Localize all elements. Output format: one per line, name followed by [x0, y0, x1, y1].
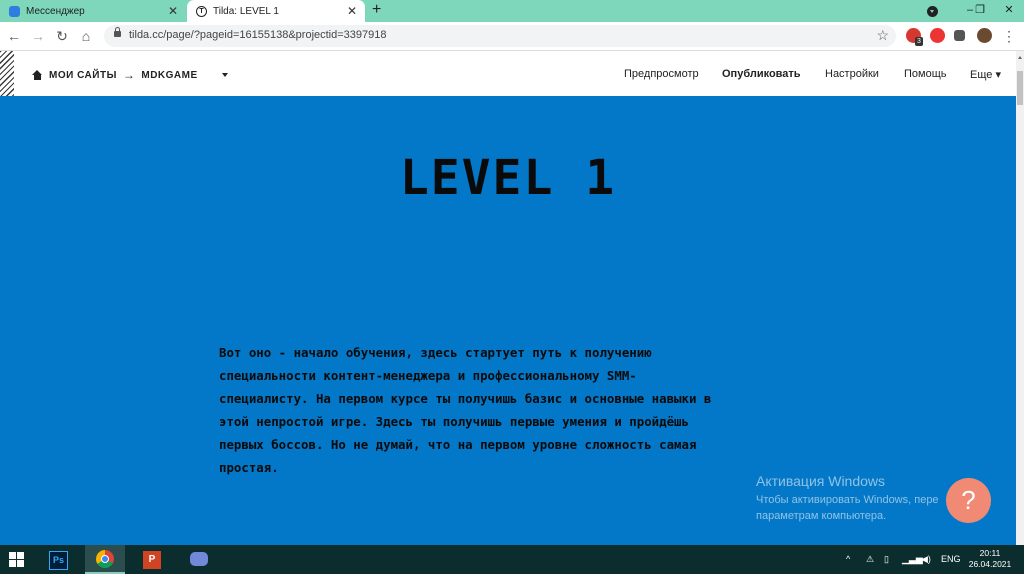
home-icon[interactable]: ⌂ — [77, 27, 95, 45]
volume-icon[interactable]: ◀) — [921, 545, 931, 574]
photoshop-icon: Ps — [49, 551, 68, 570]
chrome-menu-icon[interactable]: ⋮ — [1000, 27, 1018, 45]
paragraph-line: специалисту. На первом курсе ты получишь… — [219, 391, 712, 406]
system-clock[interactable]: 20:11 26.04.2021 — [966, 548, 1014, 570]
bookmark-star-icon[interactable]: ☆ — [876, 27, 889, 44]
scrollbar-thumb[interactable] — [1017, 71, 1023, 105]
browser-toolbar: ← → ↻ ⌂ tilda.cc/page/?pageid=16155138&p… — [0, 22, 1024, 51]
clock-date: 26.04.2021 — [968, 559, 1012, 569]
paragraph-line: специальности контент-менеджера и профес… — [219, 368, 637, 383]
new-tab-button[interactable]: + — [372, 1, 381, 19]
intro-paragraph: Вот оно - начало обучения, здесь стартуе… — [219, 341, 789, 479]
activation-line: параметрам компьютера. — [756, 510, 887, 522]
tab-tilda-level1[interactable]: T Tilda: LEVEL 1 ✕ — [187, 0, 365, 22]
lock-icon[interactable] — [114, 27, 121, 37]
taskbar-photoshop[interactable]: Ps — [39, 545, 79, 574]
preview-link[interactable]: Предпросмотр — [624, 68, 699, 80]
powerpoint-icon: P — [143, 551, 161, 569]
usb-icon[interactable]: ▯ — [884, 545, 889, 574]
help-button[interactable]: ? — [946, 478, 991, 523]
reload-icon[interactable]: ↻ — [53, 27, 71, 45]
tilda-editor-bar: МОИ САЙТЫ → MDKGAME Предпросмотр Опублик… — [0, 51, 1016, 96]
extension-badge: 3 — [915, 37, 923, 46]
forward-icon[interactable]: → — [29, 27, 47, 45]
tray-overflow-icon[interactable]: ^ — [846, 545, 850, 574]
start-button[interactable] — [0, 545, 40, 574]
back-icon[interactable]: ← — [5, 27, 23, 45]
paragraph-line: этой непростой игре. Здесь ты получишь п… — [219, 414, 689, 429]
discord-icon — [190, 552, 208, 566]
extensions-puzzle-icon[interactable] — [954, 30, 965, 41]
close-tab-icon[interactable]: ✕ — [347, 4, 357, 18]
breadcrumb: МОИ САЙТЫ → MDKGAME — [32, 68, 228, 82]
breadcrumb-arrow: → — [122, 68, 136, 82]
network-warning-icon[interactable]: ⚠ — [866, 545, 874, 574]
tab-messenger[interactable]: Мессенджер ✕ — [0, 0, 186, 22]
activation-title: Активация Windows — [756, 473, 886, 489]
decorative-zigzag — [0, 51, 14, 96]
taskbar-chrome[interactable] — [85, 545, 125, 574]
paragraph-line: простая. — [219, 460, 279, 475]
messenger-icon — [9, 5, 20, 17]
more-label: Еще — [970, 69, 993, 81]
wifi-signal-icon[interactable]: ▁▃▅ — [902, 545, 923, 574]
tab-strip: Мессенджер ✕ T Tilda: LEVEL 1 ✕ + – ❐ ✕ — [0, 0, 1024, 22]
page-title: LEVEL 1 — [399, 150, 617, 206]
chevron-down-icon: ▾ — [995, 69, 1001, 81]
address-bar[interactable]: tilda.cc/page/?pageid=16155138&projectid… — [104, 25, 896, 47]
adblock-extension-icon[interactable]: 3 — [906, 28, 923, 46]
paragraph-line: первых боссов. Но не думай, что на перво… — [219, 437, 697, 452]
chevron-down-icon[interactable] — [221, 73, 228, 77]
windows-taskbar: Ps P ^ ⚠ ▯ ▁▃▅ ◀) ENG 20:11 26.04.2021 — [0, 545, 1024, 574]
page-scrollbar[interactable] — [1016, 51, 1024, 545]
help-link[interactable]: Помощь — [904, 68, 947, 80]
home-icon[interactable] — [32, 69, 43, 81]
windows-logo-icon — [9, 552, 25, 567]
tilda-icon: T — [196, 5, 207, 17]
profile-menu-icon[interactable] — [927, 6, 938, 17]
clock-time: 20:11 — [979, 548, 1001, 558]
settings-link[interactable]: Настройки — [825, 68, 879, 80]
paragraph-line: Вот оно - начало обучения, здесь стартуе… — [219, 345, 652, 360]
windows-activation-watermark: Активация Windows Чтобы активировать Win… — [756, 473, 939, 524]
restore-button[interactable]: ❐ — [965, 0, 995, 22]
language-indicator[interactable]: ENG — [941, 545, 961, 574]
chrome-icon — [96, 550, 114, 568]
taskbar-powerpoint[interactable]: P — [132, 545, 172, 574]
scroll-up-icon[interactable] — [1018, 56, 1022, 59]
close-tab-icon[interactable]: ✕ — [168, 4, 178, 18]
avatar[interactable] — [977, 28, 992, 43]
url-text[interactable]: tilda.cc/page/?pageid=16155138&projectid… — [129, 29, 387, 41]
breadcrumb-my-sites[interactable]: МОИ САЙТЫ — [49, 70, 117, 81]
taskbar-discord[interactable] — [179, 545, 219, 574]
tab-title: Tilda: LEVEL 1 — [213, 5, 279, 17]
activation-line: Чтобы активировать Windows, пере — [756, 494, 939, 506]
close-window-button[interactable]: ✕ — [994, 0, 1024, 22]
more-menu[interactable]: Еще ▾ — [970, 68, 1001, 81]
breadcrumb-site[interactable]: MDKGAME — [141, 70, 197, 81]
tab-title: Мессенджер — [26, 5, 85, 17]
publish-link[interactable]: Опубликовать — [722, 68, 801, 80]
music-extension-icon[interactable] — [930, 28, 945, 43]
